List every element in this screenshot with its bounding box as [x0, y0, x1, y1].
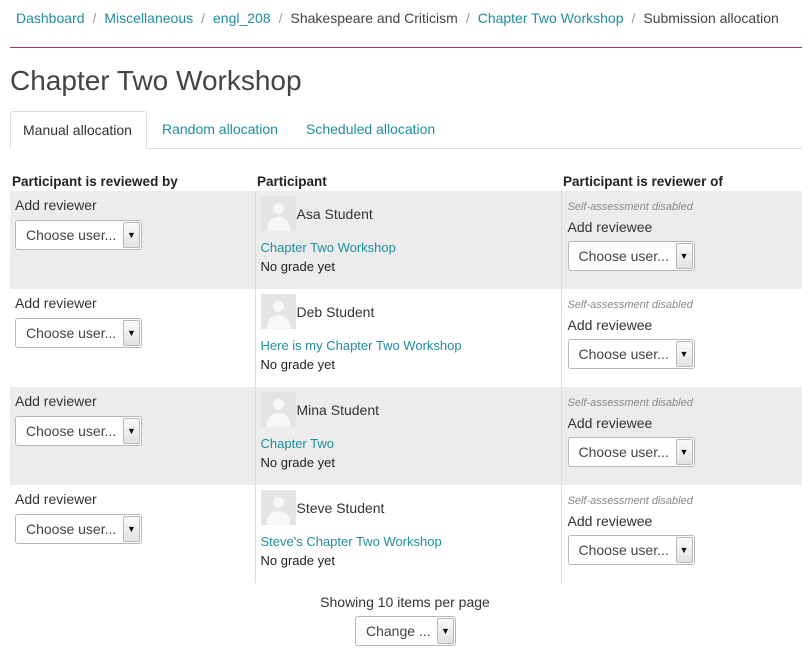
participant-cell: Steve Student Steve's Chapter Two Worksh…: [254, 485, 562, 583]
add-reviewer-select[interactable]: Choose user... ▼: [15, 416, 142, 446]
add-reviewee-label: Add reviewee: [567, 219, 653, 235]
page-title: Chapter Two Workshop: [10, 65, 302, 96]
self-assessment-note: Self-assessment disabled: [567, 495, 693, 507]
chevron-down-icon: ▼: [123, 516, 140, 542]
table-row: Add reviewer Choose user... ▼ Asa Studen…: [10, 191, 802, 289]
add-reviewer-select[interactable]: Choose user... ▼: [15, 220, 142, 250]
chevron-down-icon: ▼: [123, 418, 140, 444]
add-reviewer-select[interactable]: Choose user... ▼: [15, 318, 142, 348]
reviewer-of-cell: Self-assessment disabled Add reviewee Ch…: [561, 289, 802, 387]
grade-status: No grade yet: [260, 455, 335, 470]
chevron-down-icon: ▼: [675, 243, 693, 269]
participant-name[interactable]: Mina Student: [297, 402, 380, 419]
add-reviewee-label: Add reviewee: [567, 513, 653, 529]
participant-name[interactable]: Asa Student: [297, 206, 373, 223]
chevron-down-icon: ▼: [123, 222, 140, 248]
header-reviewed-by: Participant is reviewed by: [12, 174, 178, 189]
add-reviewee-select[interactable]: Choose user... ▼: [567, 241, 695, 271]
reviewer-of-cell: Self-assessment disabled Add reviewee Ch…: [561, 191, 802, 289]
breadcrumb-separator: /: [631, 10, 636, 26]
chevron-down-icon: ▼: [123, 320, 140, 346]
grade-status: No grade yet: [260, 553, 335, 568]
breadcrumb-separator: /: [92, 10, 97, 26]
table-row: Add reviewer Choose user... ▼ Mina Stude…: [10, 387, 802, 485]
grade-status: No grade yet: [260, 259, 335, 274]
avatar[interactable]: [260, 490, 296, 525]
submission-link[interactable]: Here is my Chapter Two Workshop: [261, 337, 561, 354]
reviewed-by-cell: Add reviewer Choose user... ▼: [10, 387, 255, 485]
avatar[interactable]: [260, 196, 296, 231]
allocation-table: Participant is reviewed by Participant P…: [10, 170, 802, 583]
items-per-page-text: Showing 10 items per page: [320, 594, 490, 610]
chevron-down-icon: ▼: [675, 537, 693, 563]
breadcrumb-section: Shakespeare and Criticism: [290, 10, 458, 26]
breadcrumb-separator: /: [278, 10, 283, 26]
self-assessment-note: Self-assessment disabled: [567, 201, 693, 213]
avatar[interactable]: [260, 392, 296, 427]
select-value: Choose user...: [578, 346, 669, 362]
select-value: Change ...: [366, 623, 431, 639]
header-participant: Participant: [257, 174, 327, 189]
participant-cell: Mina Student Chapter Two No grade yet: [254, 387, 562, 485]
add-reviewee-label: Add reviewee: [567, 415, 653, 431]
add-reviewer-label: Add reviewer: [15, 393, 97, 409]
self-assessment-note: Self-assessment disabled: [567, 397, 693, 409]
per-page-control: Change ... ▼: [355, 616, 456, 646]
submission-link[interactable]: Steve's Chapter Two Workshop: [261, 533, 561, 550]
tab-scheduled-allocation[interactable]: Scheduled allocation: [294, 111, 447, 149]
add-reviewee-select[interactable]: Choose user... ▼: [567, 339, 695, 369]
breadcrumb-current: Submission allocation: [643, 10, 779, 26]
select-value: Choose user...: [26, 325, 117, 341]
tab-random-allocation[interactable]: Random allocation: [150, 111, 290, 149]
add-reviewer-label: Add reviewer: [15, 197, 97, 213]
add-reviewer-label: Add reviewer: [15, 295, 97, 311]
table-row: Add reviewer Choose user... ▼ Deb Studen…: [10, 289, 802, 387]
select-value: Choose user...: [578, 248, 669, 264]
tab-manual-allocation[interactable]: Manual allocation: [10, 111, 147, 149]
participant-name[interactable]: Deb Student: [297, 304, 375, 321]
breadcrumb: Dashboard / Miscellaneous / engl_208 / Shakesp…: [16, 8, 779, 28]
participant-name[interactable]: Steve Student: [297, 500, 385, 517]
chevron-down-icon: ▼: [675, 341, 693, 367]
breadcrumb-separator: /: [201, 10, 205, 26]
select-value: Choose user...: [26, 423, 117, 439]
add-reviewer-select[interactable]: Choose user... ▼: [15, 514, 142, 544]
chevron-down-icon: ▼: [437, 618, 454, 644]
self-assessment-note: Self-assessment disabled: [567, 299, 693, 311]
breadcrumb-workshop[interactable]: Chapter Two Workshop: [478, 10, 624, 26]
reviewer-of-cell: Self-assessment disabled Add reviewee Ch…: [561, 485, 802, 583]
reviewed-by-cell: Add reviewer Choose user... ▼: [10, 485, 255, 583]
breadcrumb-course[interactable]: engl_208: [213, 10, 271, 26]
avatar[interactable]: [260, 294, 296, 329]
reviewed-by-cell: Add reviewer Choose user... ▼: [10, 191, 255, 289]
submission-link[interactable]: Chapter Two Workshop: [261, 239, 561, 256]
add-reviewer-label: Add reviewer: [15, 491, 97, 507]
table-row: Add reviewer Choose user... ▼ Steve Stud…: [10, 485, 802, 583]
participant-cell: Deb Student Here is my Chapter Two Works…: [254, 289, 562, 387]
per-page-select[interactable]: Change ... ▼: [355, 616, 456, 646]
breadcrumb-dashboard[interactable]: Dashboard: [16, 10, 85, 26]
add-reviewee-select[interactable]: Choose user... ▼: [567, 437, 695, 467]
reviewer-of-cell: Self-assessment disabled Add reviewee Ch…: [561, 387, 802, 485]
reviewed-by-cell: Add reviewer Choose user... ▼: [10, 289, 255, 387]
select-value: Choose user...: [26, 521, 117, 537]
header-divider: [10, 47, 802, 48]
breadcrumb-miscellaneous[interactable]: Miscellaneous: [104, 10, 193, 26]
header-reviewer-of: Participant is reviewer of: [563, 174, 723, 189]
select-value: Choose user...: [578, 542, 669, 558]
add-reviewee-select[interactable]: Choose user... ▼: [567, 535, 695, 565]
allocation-tabs: Manual allocation Random allocation Sche…: [10, 111, 802, 149]
participant-cell: Asa Student Chapter Two Workshop No grad…: [254, 191, 562, 289]
breadcrumb-separator: /: [465, 10, 470, 26]
select-value: Choose user...: [26, 227, 117, 243]
select-value: Choose user...: [578, 444, 669, 460]
chevron-down-icon: ▼: [675, 439, 693, 465]
grade-status: No grade yet: [260, 357, 335, 372]
add-reviewee-label: Add reviewee: [567, 317, 653, 333]
submission-link[interactable]: Chapter Two: [261, 435, 561, 452]
